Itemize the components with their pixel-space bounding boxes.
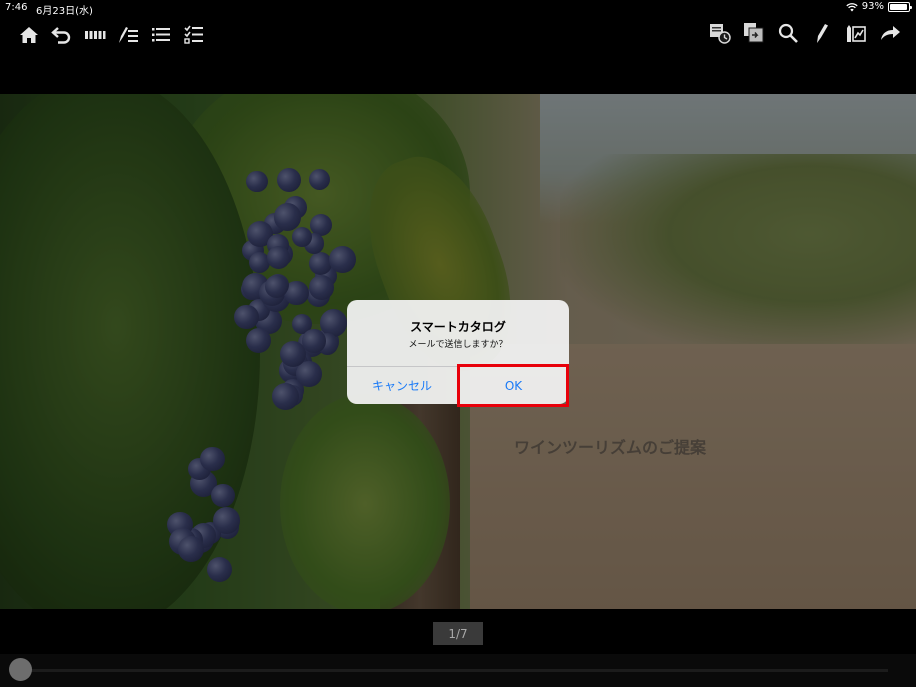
page-scrubber-knob[interactable] (9, 658, 32, 681)
pen-icon (816, 24, 828, 43)
page-strip-icon (84, 31, 105, 39)
search-icon (778, 23, 798, 43)
status-date: 6月23日(水) (36, 6, 93, 17)
ok-button-highlight (457, 364, 569, 407)
page-strip-button[interactable] (82, 22, 107, 48)
share-icon (880, 26, 900, 40)
home-icon (19, 27, 38, 43)
history-icon (709, 24, 731, 44)
search-button[interactable] (775, 20, 800, 46)
wifi-icon (846, 2, 858, 11)
back-icon (50, 27, 70, 44)
page-indicator: 1/7 (433, 622, 483, 645)
back-button[interactable] (49, 22, 74, 48)
checklist-icon (183, 25, 203, 44)
alert-message: メールで送信しますか？ (408, 340, 508, 350)
list-button[interactable] (148, 22, 173, 48)
pen-list-icon (118, 27, 138, 43)
battery-percent: 93% (861, 1, 884, 12)
toolbar (0, 16, 916, 54)
slide-title: ワインツーリズムのご提案 (514, 438, 707, 457)
edit-chart-button[interactable] (843, 20, 868, 46)
pen-button[interactable] (809, 20, 834, 46)
battery-icon (888, 1, 912, 12)
status-time: 7:46 (5, 2, 28, 13)
status-right: 93% (846, 1, 912, 12)
home-button[interactable] (16, 22, 41, 48)
share-button[interactable] (877, 20, 902, 46)
send-button[interactable] (741, 20, 766, 46)
send-icon (743, 23, 763, 43)
status-bar: 7:46 6月23日(水) 93% (0, 0, 916, 17)
list-icon (151, 28, 170, 42)
pen-list-button[interactable] (115, 22, 140, 48)
alert-title: スマートカタログ (410, 320, 506, 334)
edit-chart-icon (846, 25, 866, 42)
checklist-button[interactable] (181, 22, 206, 48)
page-scrubber-track[interactable] (20, 669, 888, 672)
cancel-button[interactable]: キャンセル (347, 367, 457, 404)
history-button[interactable] (707, 20, 732, 46)
